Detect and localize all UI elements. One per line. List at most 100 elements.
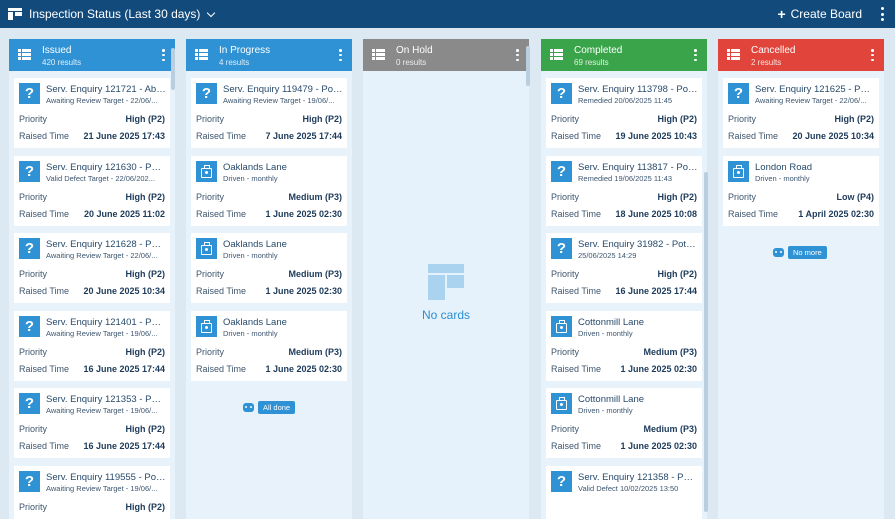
question-icon: ?	[551, 238, 572, 259]
priority-label: Priority	[19, 191, 48, 202]
card-subtitle: Awaiting Review Target - 22/06/...	[46, 251, 158, 260]
card-title: London Road	[755, 161, 813, 173]
priority-value: Medium (P3)	[288, 346, 342, 357]
list-icon	[372, 49, 385, 60]
raised-time-label: Raised Time	[196, 286, 247, 296]
priority-value: High (P2)	[657, 114, 698, 124]
board-selector[interactable]: Inspection Status (Last 30 days)	[29, 7, 216, 21]
priority-value: High (P2)	[125, 191, 166, 202]
question-icon: ?	[19, 470, 40, 492]
task-card[interactable]: Oaklands Lane Driven - monthly Priority Med…	[191, 155, 347, 226]
task-card[interactable]: London Road Driven - monthly Priority Low (…	[723, 155, 879, 226]
column-count: 4 results	[219, 58, 250, 67]
end-of-list-note: All done	[243, 401, 296, 414]
column-title: In Progress	[219, 45, 271, 56]
raised-time-row: Raised Time 1 June 2025 02:30	[551, 441, 697, 451]
priority-row: Priority High (P2)	[19, 502, 165, 512]
scrollbar[interactable]	[171, 48, 175, 90]
task-card[interactable]: Oaklands Lane Driven - monthly Priority Med…	[191, 233, 347, 303]
card-subtitle: Driven - monthly	[578, 328, 633, 338]
more-vertical-icon[interactable]	[694, 49, 697, 61]
task-card[interactable]: ? Serv. Enquiry 121353 - Pot ... Awaiting …	[14, 388, 170, 458]
raised-time-label: Raised Time	[728, 131, 779, 141]
card-subtitle: Awaiting Review Target - 19/06/...	[223, 96, 335, 105]
priority-row: Priority High (P2)	[19, 114, 165, 124]
card-title: Serv. Enquiry 119555 - Pot ...	[46, 471, 166, 483]
more-vertical-icon[interactable]	[881, 7, 885, 21]
column-header[interactable]: On Hold 0 results	[363, 39, 529, 71]
raised-time-value: 19 June 2025 10:43	[615, 131, 697, 141]
task-card[interactable]: ? Serv. Enquiry 119479 - Pot ... Awaiting …	[191, 78, 347, 148]
priority-label: Priority	[19, 501, 48, 512]
card-title: Oaklands Lane	[223, 316, 287, 328]
priority-row: Priority Low (P4)	[728, 192, 874, 202]
task-card[interactable]: Cottonmill Lane Driven - monthly Priority M…	[546, 388, 702, 458]
priority-value: High (P2)	[125, 269, 166, 279]
raised-time-row: Raised Time 16 June 2025 17:44	[19, 364, 165, 374]
priority-value: High (P2)	[302, 114, 343, 124]
priority-row: Priority High (P2)	[19, 424, 165, 434]
create-board-label: Create Board	[790, 7, 862, 21]
priority-row: Priority Medium (P3)	[196, 347, 342, 357]
column-header[interactable]: Completed 69 results	[541, 39, 707, 71]
priority-row: Priority High (P2)	[551, 192, 697, 202]
card-subtitle: Driven - monthly	[223, 251, 278, 260]
raised-time-label: Raised Time	[728, 208, 779, 219]
raised-time-label: Raised Time	[196, 131, 247, 141]
column-on-hold: On Hold 0 results No cards	[363, 39, 529, 519]
more-vertical-icon[interactable]	[516, 49, 519, 61]
task-card[interactable]: ? Serv. Enquiry 121630 - Pot ... Valid Def…	[14, 155, 170, 226]
card-subtitle: Awaiting Review Target - 19/06/...	[46, 406, 158, 415]
priority-label: Priority	[551, 269, 580, 279]
task-card[interactable]: ? Serv. Enquiry 113817 - Pot ... Remedied …	[546, 155, 702, 226]
raised-time-value: 21 June 2025 17:43	[83, 131, 165, 141]
task-card[interactable]: ? Serv. Enquiry 121401 - Pot ... Awaiting …	[14, 310, 170, 381]
task-card[interactable]: Cottonmill Lane Driven - monthly Priority M…	[546, 310, 702, 381]
priority-row: Priority High (P2)	[19, 192, 165, 202]
task-card[interactable]: Oaklands Lane Driven - monthly Priority Med…	[191, 310, 347, 381]
column-header[interactable]: Cancelled 2 results	[718, 39, 884, 71]
raised-time-value: 20 June 2025 10:34	[792, 131, 874, 141]
list-icon	[195, 49, 208, 60]
priority-value: High (P2)	[657, 269, 698, 279]
priority-label: Priority	[551, 424, 580, 434]
priority-label: Priority	[551, 114, 580, 124]
priority-value: Medium (P3)	[288, 269, 342, 279]
card-subtitle: Remedied 19/06/2025 11:43	[578, 173, 673, 183]
column-header[interactable]: Issued 420 results	[9, 39, 175, 71]
task-card[interactable]: ? Serv. Enquiry 121628 - Pot ... Awaiting …	[14, 233, 170, 303]
list-icon	[727, 49, 740, 60]
more-vertical-icon[interactable]	[339, 49, 342, 61]
priority-row: Priority Medium (P3)	[551, 424, 697, 434]
scrollbar[interactable]	[526, 46, 530, 86]
task-card[interactable]: ? Serv. Enquiry 119555 - Pot ... Awaiting …	[14, 465, 170, 519]
create-board-button[interactable]: + Create Board	[777, 0, 862, 28]
task-card[interactable]: ? Serv. Enquiry 121358 - Pot ... Valid Def…	[546, 465, 702, 519]
priority-row: Priority High (P2)	[196, 114, 342, 124]
raised-time-row: Raised Time 16 June 2025 17:44	[19, 441, 165, 451]
more-vertical-icon[interactable]	[871, 49, 874, 61]
task-card[interactable]: ? Serv. Enquiry 121625 - Pot ... Awaiting …	[723, 78, 879, 148]
raised-time-label: Raised Time	[551, 286, 602, 296]
column-title: Issued	[42, 45, 72, 56]
raised-time-row: Raised Time 20 June 2025 11:02	[19, 209, 165, 219]
briefcase-icon	[551, 315, 572, 337]
scrollbar[interactable]	[704, 172, 708, 512]
column-count: 0 results	[396, 58, 427, 67]
priority-value: High (P2)	[125, 114, 166, 124]
top-bar: Inspection Status (Last 30 days) + Creat…	[0, 0, 895, 28]
task-card[interactable]: ? Serv. Enquiry 121721 - Aba... Awaiting R…	[14, 78, 170, 148]
raised-time-row: Raised Time 21 June 2025 17:43	[19, 131, 165, 141]
board-icon	[8, 8, 22, 20]
raised-time-value: 16 June 2025 17:44	[83, 363, 165, 374]
priority-value: High (P2)	[834, 114, 875, 124]
task-card[interactable]: ? Serv. Enquiry 31982 - Pot H... 25/06/202…	[546, 233, 702, 303]
column-title: On Hold	[396, 45, 433, 56]
raised-time-label: Raised Time	[19, 286, 70, 296]
question-icon: ?	[551, 83, 572, 104]
raised-time-label: Raised Time	[19, 208, 70, 219]
column-header[interactable]: In Progress 4 results	[186, 39, 352, 71]
task-card[interactable]: ? Serv. Enquiry 113798 - Pot ... Remedied …	[546, 78, 702, 148]
more-vertical-icon[interactable]	[162, 49, 165, 61]
raised-time-label: Raised Time	[196, 363, 247, 374]
